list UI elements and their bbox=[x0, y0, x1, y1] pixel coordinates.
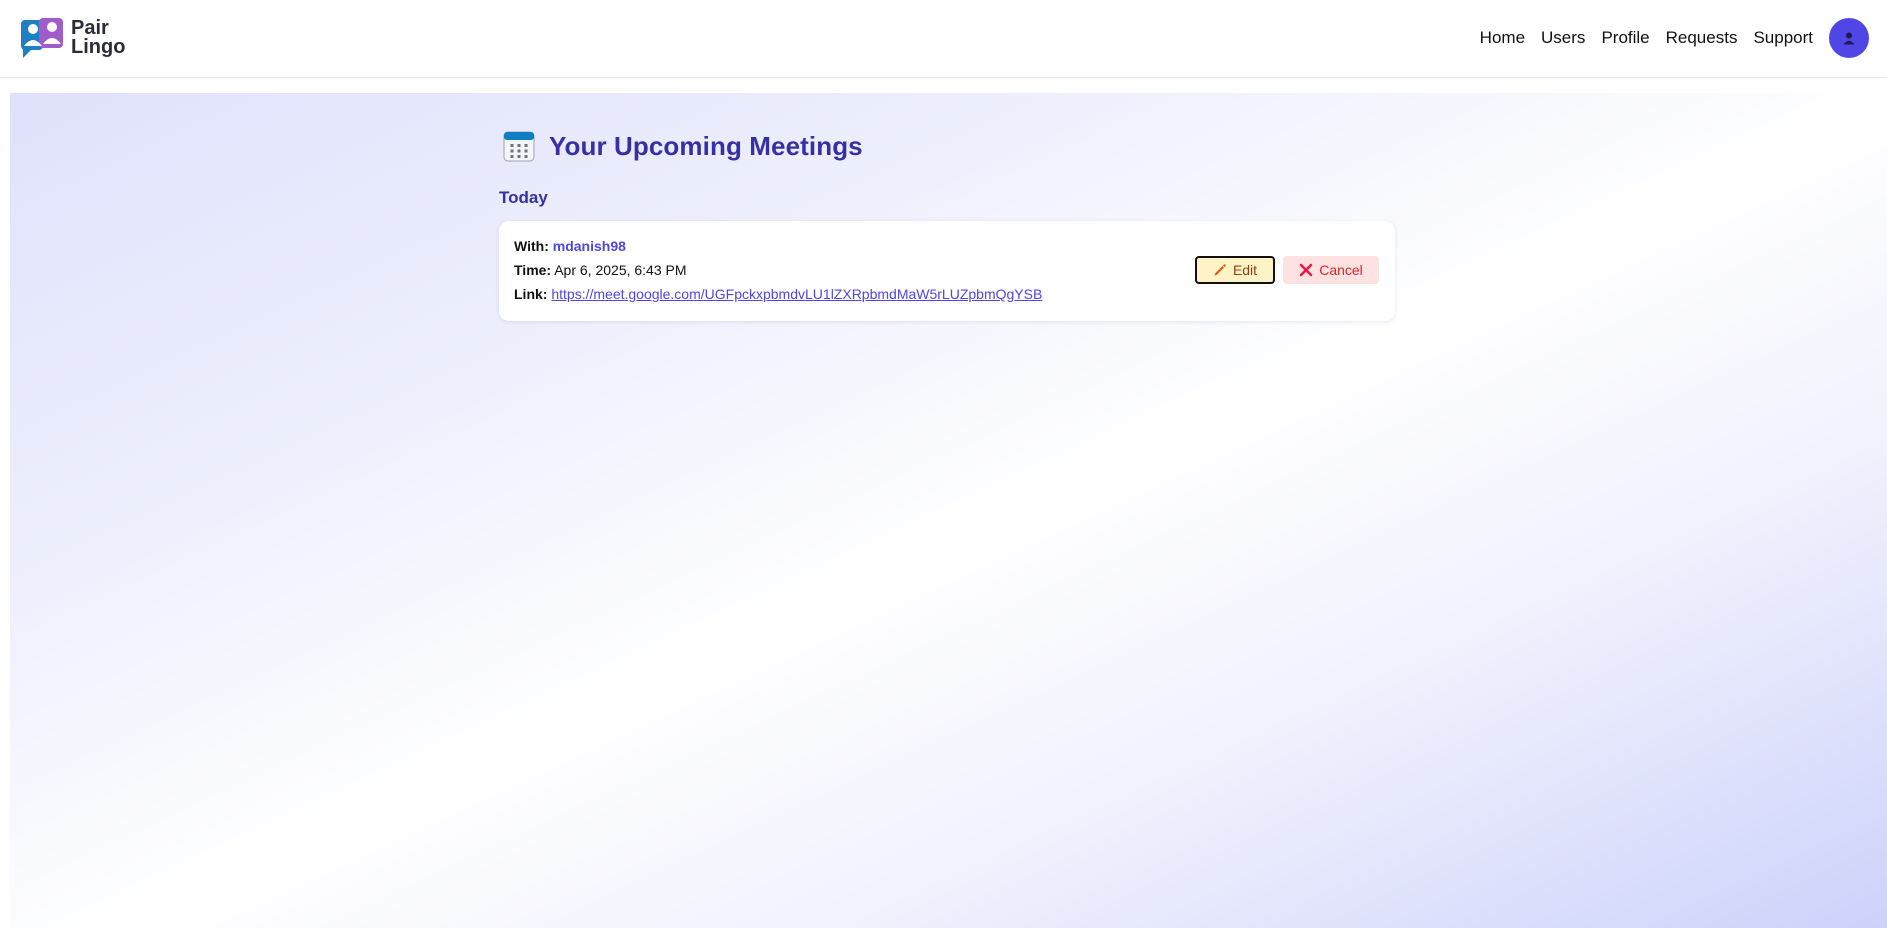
meeting-card: With: mdanish98 Time: Apr 6, 2025, 6:43 … bbox=[499, 221, 1395, 321]
nav-users[interactable]: Users bbox=[1541, 19, 1585, 57]
time-label: Time: bbox=[514, 262, 552, 278]
meeting-with-row: With: mdanish98 bbox=[514, 237, 626, 255]
page-title: Your Upcoming Meetings bbox=[549, 130, 863, 161]
logo-icon bbox=[21, 18, 63, 58]
meeting-link-row: Link: https://meet.google.com/UGFpckxpbm… bbox=[514, 285, 1042, 303]
main-nav: Home Users Profile Requests Support bbox=[1480, 18, 1869, 58]
calendar-icon bbox=[503, 131, 535, 162]
nav-requests[interactable]: Requests bbox=[1666, 19, 1738, 57]
cancel-meeting-button[interactable]: Cancel bbox=[1283, 256, 1379, 284]
meetings-page: Your Upcoming Meetings Today With: mdani… bbox=[10, 93, 1887, 928]
date-group-label: Today bbox=[499, 188, 548, 207]
nav-profile[interactable]: Profile bbox=[1601, 19, 1649, 57]
user-icon bbox=[1843, 32, 1855, 45]
close-icon bbox=[1299, 263, 1313, 277]
nav-support[interactable]: Support bbox=[1753, 19, 1813, 57]
cancel-button-label: Cancel bbox=[1319, 262, 1363, 278]
with-label: With: bbox=[514, 238, 549, 254]
link-label: Link: bbox=[514, 286, 548, 302]
top-navbar: Pair Lingo Home Users Profile Requests S… bbox=[0, 0, 1887, 78]
meeting-partner: mdanish98 bbox=[552, 238, 626, 254]
page-heading: Your Upcoming Meetings bbox=[502, 129, 863, 163]
nav-home[interactable]: Home bbox=[1480, 19, 1525, 57]
meeting-link[interactable]: https://meet.google.com/UGFpckxpbmdvLU1l… bbox=[551, 286, 1042, 302]
avatar-button[interactable] bbox=[1829, 18, 1869, 58]
edit-meeting-button[interactable]: Edit bbox=[1195, 256, 1275, 284]
meeting-time: Apr 6, 2025, 6:43 PM bbox=[554, 262, 687, 278]
edit-button-label: Edit bbox=[1232, 262, 1258, 278]
pencil-icon bbox=[1214, 264, 1226, 276]
logo-text-line2: Lingo bbox=[71, 36, 126, 58]
pairlingo-logo[interactable]: Pair Lingo bbox=[19, 16, 125, 60]
meeting-time-row: Time: Apr 6, 2025, 6:43 PM bbox=[514, 261, 687, 279]
